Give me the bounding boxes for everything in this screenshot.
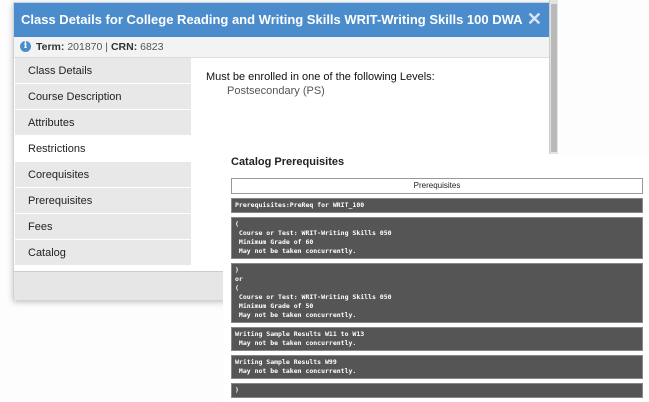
prerequisite-line: ( bbox=[235, 284, 239, 292]
prerequisite-line: Writing Sample Results W11 to W13 bbox=[235, 330, 365, 338]
prerequisite-line: ) bbox=[235, 266, 239, 274]
sidebar-item-class-details[interactable]: Class Details bbox=[15, 58, 191, 83]
prerequisite-block: Writing Sample Results W99 May not be ta… bbox=[231, 355, 643, 379]
sidebar-item-label: Attributes bbox=[28, 117, 75, 129]
crn-value: 6823 bbox=[140, 41, 164, 53]
prerequisite-block: ) bbox=[231, 383, 643, 398]
page-scrollbar[interactable] bbox=[549, 0, 558, 156]
dialog-titlebar: Class Details for College Reading and Wr… bbox=[14, 3, 550, 37]
sidebar-item-fees[interactable]: Fees bbox=[15, 214, 191, 239]
sidebar-item-label: Catalog bbox=[28, 247, 66, 259]
prerequisite-line: May not be taken concurrently. bbox=[235, 367, 357, 375]
sidebar-item-corequisites[interactable]: Corequisites bbox=[15, 162, 191, 187]
prerequisite-line: Minimum Grade of 60 bbox=[235, 238, 314, 246]
prerequisite-line: Writing Sample Results W99 bbox=[235, 358, 337, 366]
prerequisite-line: Course or Test: WRIT-Writing Skills 050 bbox=[235, 229, 392, 237]
level-restriction-heading: Must be enrolled in one of the following… bbox=[206, 71, 435, 83]
term-label: Term: bbox=[36, 41, 65, 53]
level-value: Postsecondary (PS) bbox=[227, 85, 325, 97]
term-info-bar: i Term: 201870 | CRN: 6823 bbox=[14, 37, 550, 58]
sidebar-item-prerequisites[interactable]: Prerequisites bbox=[15, 188, 191, 213]
crn-label: CRN: bbox=[110, 41, 138, 53]
sidebar-item-label: Course Description bbox=[28, 91, 122, 103]
details-sidebar: Class Details Course Description Attribu… bbox=[15, 58, 191, 266]
prerequisite-line: or bbox=[235, 275, 243, 283]
info-icon: i bbox=[20, 41, 31, 52]
scrollbar-thumb[interactable] bbox=[551, 4, 557, 152]
sidebar-item-attributes[interactable]: Attributes bbox=[15, 110, 191, 135]
prerequisite-block: ( Course or Test: WRIT-Writing Skills 05… bbox=[231, 217, 643, 259]
sidebar-item-label: Prerequisites bbox=[28, 195, 93, 207]
close-icon[interactable]: ✕ bbox=[527, 9, 542, 30]
catalog-prerequisites-panel: Catalog Prerequisites Prerequisites Prer… bbox=[223, 154, 649, 402]
prerequisite-line: ( bbox=[235, 220, 239, 228]
term-value: 201870 bbox=[67, 41, 103, 53]
prerequisite-line: Prerequisites:PreReq for WRIT_100 bbox=[235, 201, 365, 209]
prerequisite-line: May not be taken concurrently. bbox=[235, 247, 357, 255]
prerequisite-block: Prerequisites:PreReq for WRIT_100 bbox=[231, 198, 643, 213]
prerequisites-table: Prerequisites Prerequisites:PreReq for W… bbox=[231, 178, 643, 398]
sidebar-item-course-description[interactable]: Course Description bbox=[15, 84, 191, 109]
sidebar-item-label: Fees bbox=[28, 221, 53, 233]
prerequisite-line: ) bbox=[235, 386, 239, 394]
prerequisite-block: Writing Sample Results W11 to W13 May no… bbox=[231, 327, 643, 351]
prerequisite-blocks: Prerequisites:PreReq for WRIT_100 ( Cours… bbox=[231, 198, 643, 398]
prerequisite-line: May not be taken concurrently. bbox=[235, 339, 357, 347]
restrictions-panel: Must be enrolled in one of the following… bbox=[206, 71, 435, 97]
sidebar-item-catalog[interactable]: Catalog bbox=[15, 240, 191, 265]
prerequisite-line: Course or Test: WRIT-Writing Skills 050 bbox=[235, 293, 392, 301]
prerequisites-table-header: Prerequisites bbox=[231, 178, 643, 194]
prerequisite-line: May not be taken concurrently. bbox=[235, 311, 357, 319]
term-separator: | bbox=[105, 41, 109, 53]
sidebar-item-label: Corequisites bbox=[28, 169, 90, 181]
sidebar-item-label: Restrictions bbox=[28, 143, 86, 155]
prerequisite-line: Minimum Grade of 50 bbox=[235, 302, 314, 310]
sidebar-item-label: Class Details bbox=[28, 65, 93, 77]
dialog-title: Class Details for College Reading and Wr… bbox=[21, 12, 523, 27]
prerequisite-block: ) or( Course or Test: WRIT-Writing Skills… bbox=[231, 263, 643, 323]
catalog-prerequisites-title: Catalog Prerequisites bbox=[231, 156, 345, 168]
term-info-text: Term: 201870 | CRN: 6823 bbox=[36, 41, 163, 53]
sidebar-item-restrictions[interactable]: Restrictions bbox=[15, 136, 191, 161]
